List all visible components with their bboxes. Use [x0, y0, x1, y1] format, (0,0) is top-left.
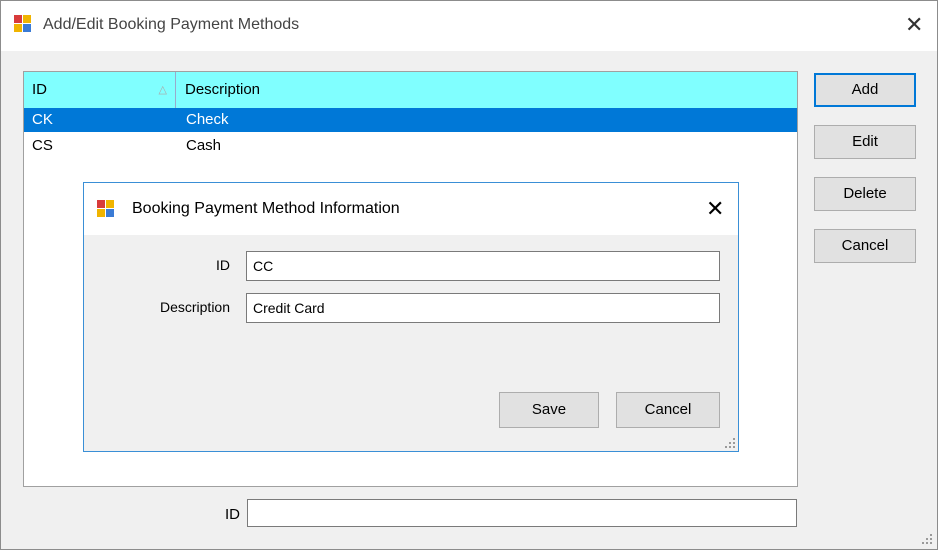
bottom-id-label: ID: [225, 506, 240, 523]
close-icon[interactable]: ✕: [905, 14, 923, 36]
column-header-description[interactable]: Description: [177, 72, 797, 108]
resize-grip-icon[interactable]: [725, 438, 737, 450]
main-window: Add/Edit Booking Payment Methods ✕ ID △ …: [0, 0, 938, 550]
window-title: Add/Edit Booking Payment Methods: [43, 16, 300, 33]
title-bar[interactable]: Add/Edit Booking Payment Methods ✕: [1, 1, 937, 51]
table-row[interactable]: CS Cash: [24, 134, 797, 158]
row-description: Check: [186, 111, 229, 128]
cancel-button[interactable]: Cancel: [814, 229, 916, 263]
grid-header: ID △ Description: [24, 72, 797, 108]
dialog-id-label: ID: [216, 257, 230, 273]
close-icon[interactable]: ✕: [706, 198, 724, 220]
column-header-description-label: Description: [185, 81, 261, 98]
resize-grip-icon[interactable]: [922, 534, 934, 546]
column-header-id-label: ID: [32, 81, 47, 98]
sort-ascending-icon: △: [158, 84, 167, 96]
app-window-icon: [14, 15, 32, 33]
table-row[interactable]: CK Check: [24, 108, 797, 132]
dialog-cancel-button[interactable]: Cancel: [616, 392, 720, 428]
dialog-description-label: Description: [159, 299, 230, 315]
save-button[interactable]: Save: [499, 392, 599, 428]
edit-button[interactable]: Edit: [814, 125, 916, 159]
dialog-title-bar[interactable]: Booking Payment Method Information ✕: [84, 183, 738, 235]
row-id: CS: [32, 137, 53, 154]
row-id: CK: [32, 111, 53, 128]
bottom-id-input[interactable]: [247, 499, 797, 527]
payment-method-info-dialog: Booking Payment Method Information ✕ ID …: [83, 182, 739, 452]
delete-button[interactable]: Delete: [814, 177, 916, 211]
column-header-id[interactable]: ID △: [24, 72, 176, 108]
dialog-title: Booking Payment Method Information: [132, 200, 400, 217]
dialog-description-input[interactable]: [246, 293, 720, 323]
add-button[interactable]: Add: [814, 73, 916, 107]
app-window-icon: [97, 200, 115, 218]
row-description: Cash: [186, 137, 222, 154]
dialog-id-input[interactable]: [246, 251, 720, 281]
